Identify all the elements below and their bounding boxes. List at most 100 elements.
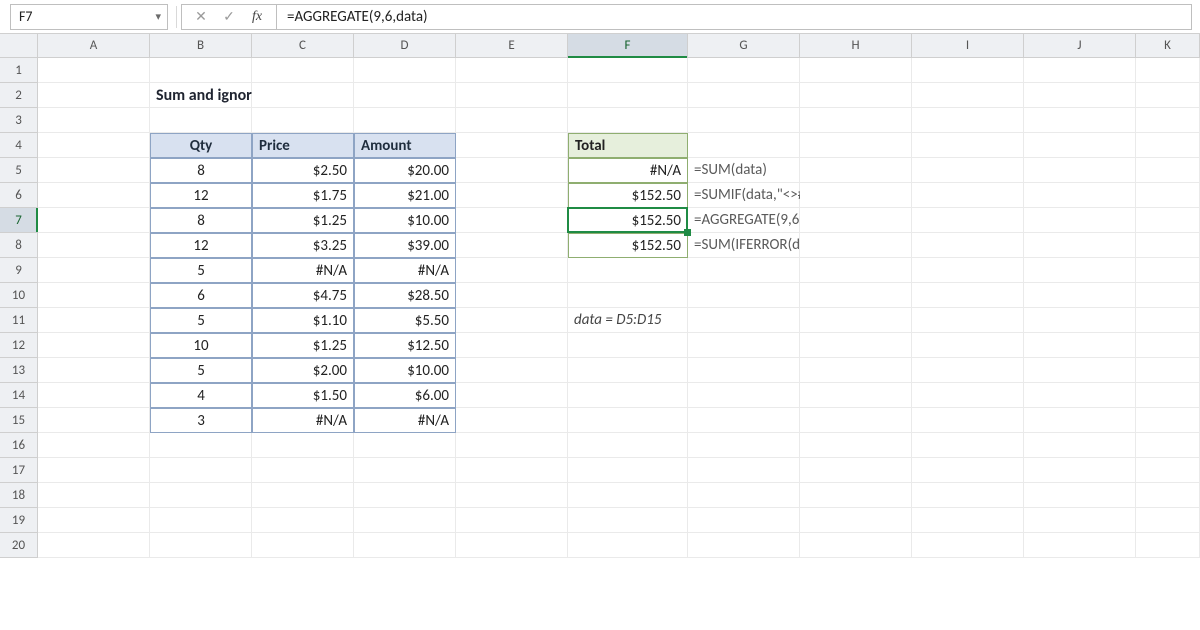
cell[interactable] <box>1136 208 1200 233</box>
cell[interactable] <box>38 108 150 133</box>
cell[interactable] <box>800 508 912 533</box>
cell[interactable] <box>912 258 1024 283</box>
cell[interactable] <box>568 108 688 133</box>
column-header[interactable]: A <box>38 34 150 58</box>
formula-input[interactable]: =AGGREGATE(9,6,data) <box>276 4 1192 30</box>
cell[interactable] <box>912 533 1024 558</box>
cell[interactable] <box>688 133 800 158</box>
table-cell-price[interactable]: $1.25 <box>252 208 354 233</box>
cell[interactable] <box>456 408 568 433</box>
cell[interactable] <box>38 158 150 183</box>
cell[interactable] <box>1136 133 1200 158</box>
cell[interactable] <box>800 158 912 183</box>
cell[interactable] <box>38 408 150 433</box>
cell[interactable] <box>38 308 150 333</box>
row-header[interactable]: 7 <box>0 208 38 233</box>
cell[interactable] <box>38 83 150 108</box>
cell[interactable] <box>150 483 252 508</box>
cell[interactable] <box>568 358 688 383</box>
cell[interactable] <box>800 133 912 158</box>
cell[interactable] <box>354 83 456 108</box>
table-cell-amount[interactable]: #N/A <box>354 408 456 433</box>
cell[interactable] <box>1024 258 1136 283</box>
cell[interactable] <box>1136 358 1200 383</box>
table-cell-qty[interactable]: 8 <box>150 158 252 183</box>
cell[interactable] <box>1024 308 1136 333</box>
worksheet-grid[interactable]: ABCDEFGHIJK12Sum and ignore errors34QtyP… <box>0 34 1200 558</box>
table-cell-qty[interactable]: 4 <box>150 383 252 408</box>
row-header[interactable]: 13 <box>0 358 38 383</box>
row-header[interactable]: 10 <box>0 283 38 308</box>
cell[interactable] <box>912 383 1024 408</box>
cell[interactable] <box>354 433 456 458</box>
table-cell-price[interactable]: $1.25 <box>252 333 354 358</box>
cell[interactable] <box>456 308 568 333</box>
cell[interactable] <box>568 83 688 108</box>
cell[interactable] <box>252 458 354 483</box>
cell[interactable] <box>1024 408 1136 433</box>
cell[interactable] <box>456 283 568 308</box>
cell[interactable] <box>38 483 150 508</box>
table-cell-qty[interactable]: 12 <box>150 233 252 258</box>
column-header[interactable]: I <box>912 34 1024 58</box>
cell[interactable] <box>456 383 568 408</box>
cell[interactable] <box>800 283 912 308</box>
cell[interactable] <box>456 133 568 158</box>
cell[interactable] <box>252 83 354 108</box>
cell[interactable] <box>912 358 1024 383</box>
cell[interactable] <box>688 383 800 408</box>
cell[interactable] <box>800 58 912 83</box>
cell[interactable] <box>1024 533 1136 558</box>
table-cell-price[interactable]: #N/A <box>252 408 354 433</box>
table-cell-price[interactable]: $1.10 <box>252 308 354 333</box>
cell[interactable] <box>38 208 150 233</box>
cell[interactable] <box>456 83 568 108</box>
table-header-amount[interactable]: Amount <box>354 133 456 158</box>
formula-note[interactable]: =SUM(data) <box>688 158 800 183</box>
cell[interactable] <box>688 483 800 508</box>
cell[interactable] <box>912 308 1024 333</box>
totals-value[interactable]: $152.50 <box>568 183 688 208</box>
cell[interactable] <box>252 58 354 83</box>
cell[interactable] <box>456 483 568 508</box>
cell[interactable] <box>688 58 800 83</box>
chevron-down-icon[interactable]: ▾ <box>155 10 161 23</box>
table-cell-price[interactable]: $4.75 <box>252 283 354 308</box>
cell[interactable] <box>800 383 912 408</box>
cell[interactable] <box>38 233 150 258</box>
cell[interactable] <box>1136 183 1200 208</box>
table-header-price[interactable]: Price <box>252 133 354 158</box>
cell[interactable] <box>456 183 568 208</box>
cell[interactable] <box>912 58 1024 83</box>
cell[interactable] <box>800 258 912 283</box>
cell[interactable] <box>150 533 252 558</box>
row-header[interactable]: 3 <box>0 108 38 133</box>
cell[interactable] <box>568 258 688 283</box>
column-header[interactable]: E <box>456 34 568 58</box>
cell[interactable] <box>912 233 1024 258</box>
cell[interactable] <box>252 433 354 458</box>
cell[interactable] <box>688 458 800 483</box>
cell[interactable] <box>1136 408 1200 433</box>
row-header[interactable]: 12 <box>0 333 38 358</box>
cell[interactable] <box>800 483 912 508</box>
cell[interactable] <box>912 108 1024 133</box>
table-cell-amount[interactable]: $28.50 <box>354 283 456 308</box>
cell[interactable] <box>912 83 1024 108</box>
enter-icon[interactable]: ✓ <box>216 6 242 28</box>
cell[interactable] <box>688 283 800 308</box>
row-header[interactable]: 1 <box>0 58 38 83</box>
cell[interactable] <box>688 308 800 333</box>
cell[interactable] <box>456 333 568 358</box>
cell[interactable] <box>456 108 568 133</box>
cell[interactable] <box>568 283 688 308</box>
cell[interactable] <box>150 58 252 83</box>
totals-value[interactable]: $152.50 <box>568 233 688 258</box>
cell[interactable] <box>354 483 456 508</box>
cell[interactable] <box>1136 58 1200 83</box>
cell[interactable] <box>1024 383 1136 408</box>
row-header[interactable]: 4 <box>0 133 38 158</box>
cell[interactable] <box>1136 83 1200 108</box>
cell[interactable] <box>1136 233 1200 258</box>
cancel-icon[interactable]: ✕ <box>188 6 214 28</box>
